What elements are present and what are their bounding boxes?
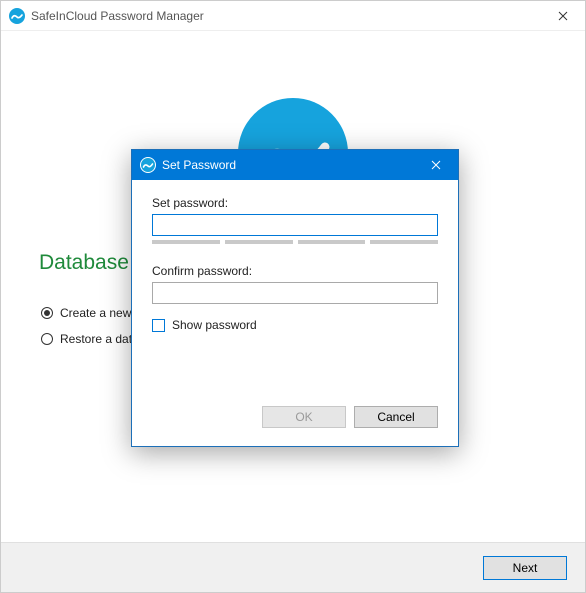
window-close-button[interactable]: [541, 1, 585, 30]
radio-indicator-unchecked: [41, 333, 53, 345]
set-password-input[interactable]: [152, 214, 438, 236]
ok-button: OK: [262, 406, 346, 428]
window-title: SafeInCloud Password Manager: [31, 9, 541, 23]
app-icon: [140, 157, 156, 173]
confirm-password-input[interactable]: [152, 282, 438, 304]
next-button[interactable]: Next: [483, 556, 567, 580]
app-icon: [9, 8, 25, 24]
show-password-label: Show password: [172, 318, 257, 332]
dialog-titlebar: Set Password: [132, 150, 458, 180]
radio-indicator-checked: [41, 307, 53, 319]
set-password-dialog: Set Password Set password: Confirm passw…: [131, 149, 459, 447]
dialog-close-button[interactable]: [414, 150, 458, 180]
cancel-button[interactable]: Cancel: [354, 406, 438, 428]
show-password-checkbox[interactable]: Show password: [152, 318, 438, 332]
checkbox-box: [152, 319, 165, 332]
confirm-password-label: Confirm password:: [152, 264, 438, 278]
main-titlebar: SafeInCloud Password Manager: [1, 1, 585, 31]
dialog-title: Set Password: [162, 158, 414, 172]
wizard-footer: Next: [1, 542, 585, 592]
password-strength-meter: [152, 240, 438, 244]
set-password-label: Set password:: [152, 196, 438, 210]
